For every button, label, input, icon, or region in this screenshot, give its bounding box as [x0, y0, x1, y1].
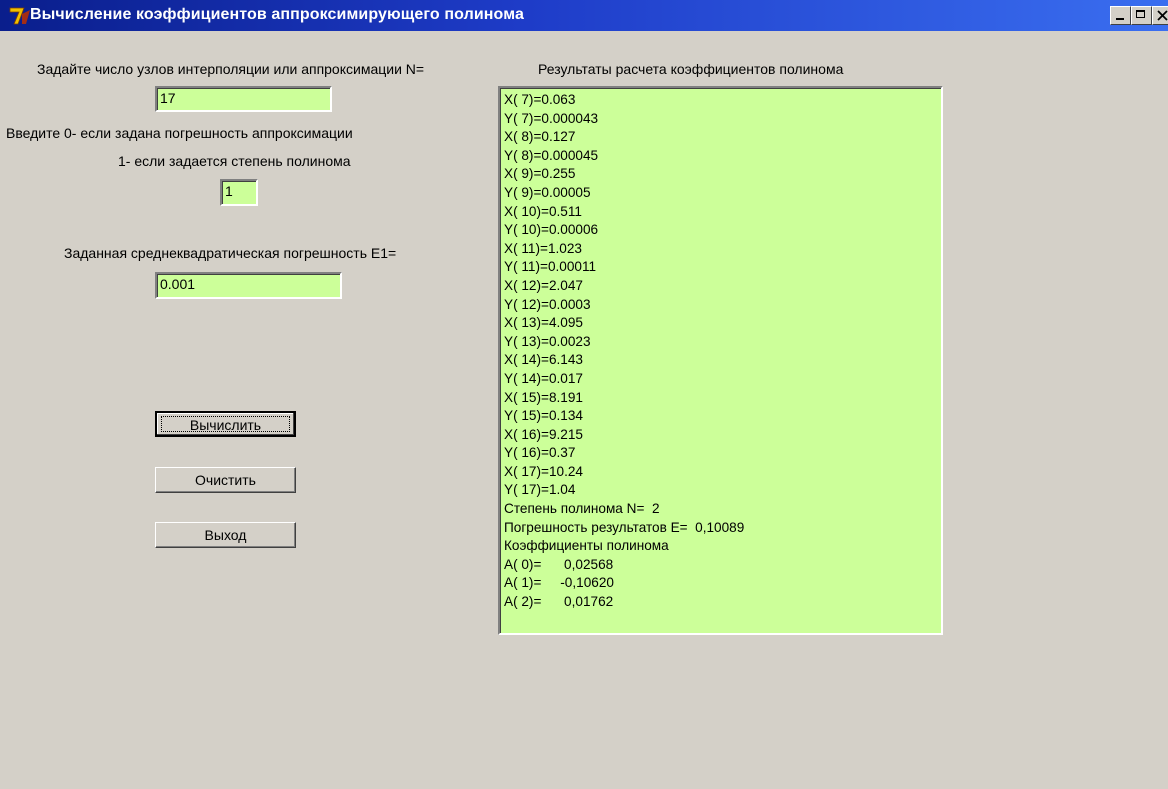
result-line: Y( 16)=0.37 — [504, 445, 576, 461]
result-line: Коэффициенты полинома — [504, 538, 669, 554]
error-label: Заданная среднеквадратическая погрешност… — [64, 245, 397, 261]
result-line: X( 13)=4.095 — [504, 315, 583, 331]
result-line: Y( 17)=1.04 — [504, 482, 576, 498]
result-line: Y( 7)=0.000043 — [504, 110, 599, 126]
result-line: Степень полинома N= 2 — [504, 501, 660, 517]
mode-label-line2: 1- если задается степень полинома — [118, 153, 351, 169]
result-line: X( 7)=0.063 — [504, 92, 576, 107]
result-line: Y( 12)=0.0003 — [504, 296, 591, 312]
result-line: A( 2)= 0,01762 — [504, 594, 614, 610]
result-line: Y( 11)=0.00011 — [504, 259, 597, 275]
nodes-count-input[interactable]: 17 — [155, 86, 332, 112]
result-line: X( 11)=1.023 — [504, 240, 582, 256]
result-line: Y( 10)=0.00006 — [504, 222, 599, 238]
result-line: Погрешность результатов E= 0,10089 — [504, 519, 745, 535]
result-line: X( 16)=9.215 — [504, 426, 583, 442]
minimize-icon — [1116, 18, 1124, 20]
error-input[interactable]: 0.001 — [155, 272, 342, 299]
exit-button[interactable]: Выход — [155, 522, 296, 548]
result-line: Y( 8)=0.000045 — [504, 147, 599, 163]
result-line: Y( 15)=0.134 — [504, 408, 583, 424]
mode-label-line1: Введите 0- если задана погрешность аппро… — [6, 125, 353, 141]
minimize-button[interactable] — [1110, 6, 1131, 25]
result-line: X( 10)=0.511 — [504, 203, 582, 219]
result-line: X( 8)=0.127 — [504, 129, 576, 145]
result-line: A( 1)= -0,10620 — [504, 575, 614, 591]
close-button[interactable] — [1152, 6, 1168, 25]
result-line: A( 0)= 0,02568 — [504, 556, 614, 572]
result-line: Y( 9)=0.00005 — [504, 184, 591, 200]
result-line: X( 15)=8.191 — [504, 389, 583, 405]
result-line: X( 14)=6.143 — [504, 352, 583, 368]
calculate-button[interactable]: Вычислить — [155, 411, 296, 437]
results-header: Результаты расчета коэффициентов полином… — [538, 61, 844, 77]
maximize-button[interactable] — [1131, 6, 1152, 25]
calculate-button-label: Вычислить — [189, 417, 262, 433]
clear-button[interactable]: Очистить — [155, 467, 296, 493]
delphi-app-icon — [9, 7, 30, 25]
title-bar[interactable]: Вычисление коэффициентов аппроксимирующе… — [0, 0, 1168, 31]
result-line: X( 12)=2.047 — [504, 277, 583, 293]
mode-input[interactable]: 1 — [220, 179, 258, 206]
result-line: Y( 14)=0.017 — [504, 370, 583, 386]
window-title: Вычисление коэффициентов аппроксимирующе… — [30, 6, 524, 23]
result-line: X( 17)=10.24 — [504, 463, 583, 479]
results-textarea[interactable]: X( 7)=0.063 Y( 7)=0.000043 X( 8)=0.127 Y( 8… — [498, 86, 943, 635]
result-line: X( 9)=0.255 — [504, 166, 576, 182]
maximize-icon — [1136, 10, 1145, 18]
close-icon — [1157, 10, 1168, 21]
result-line: Y( 13)=0.0023 — [504, 333, 591, 349]
nodes-count-label: Задайте число узлов интерполяции или апп… — [37, 61, 425, 77]
